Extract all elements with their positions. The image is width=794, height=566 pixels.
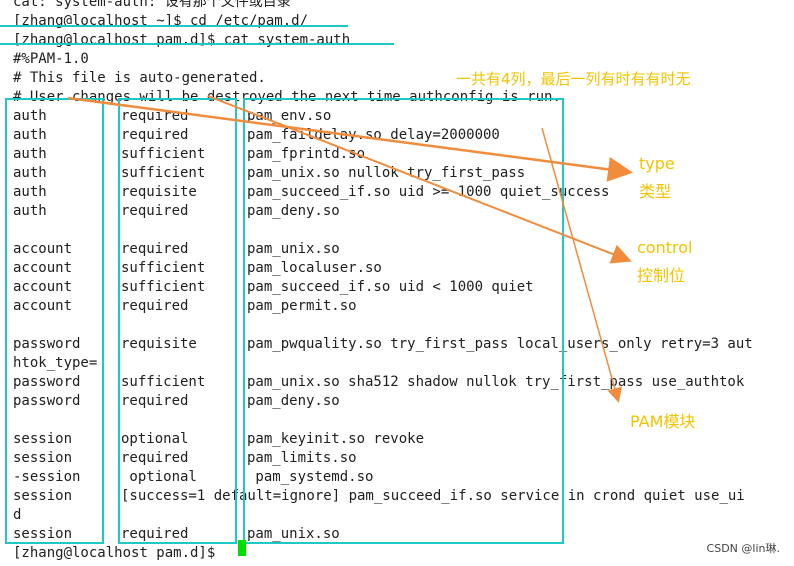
column-box-type [5,98,104,544]
annotation-control-cn: 控制位 [637,266,686,285]
annotation-type: type [639,154,675,173]
column-box-module [243,98,564,544]
terminal-line: #%PAM-1.0 [13,51,89,67]
annotation-type-cn: 类型 [639,182,672,201]
annotation-column-note: 一共有4列，最后一列有时有有时无 [456,70,691,88]
terminal-line: cat: system-auth: 设有那个文件或目录 [13,0,291,10]
terminal-line: # This file is auto-generated. [13,70,266,86]
terminal-prompt: [zhang@localhost pam.d]$ [13,545,216,561]
watermark: CSDN @lin琳. [706,542,780,555]
terminal-line: [zhang@localhost pam.d]$ cat system-auth [13,32,351,48]
annotation-module: PAM模块 [630,412,696,431]
terminal-line: [zhang@localhost ~]$ cd /etc/pam.d/ [13,13,309,29]
annotation-control: control [637,238,693,257]
command-highlight-1 [0,25,348,27]
terminal-window[interactable]: cat: system-auth: 设有那个文件或目录 [zhang@localh… [0,0,794,566]
terminal-cursor [238,540,246,556]
column-box-control [118,98,237,544]
command-highlight-2 [0,43,394,45]
